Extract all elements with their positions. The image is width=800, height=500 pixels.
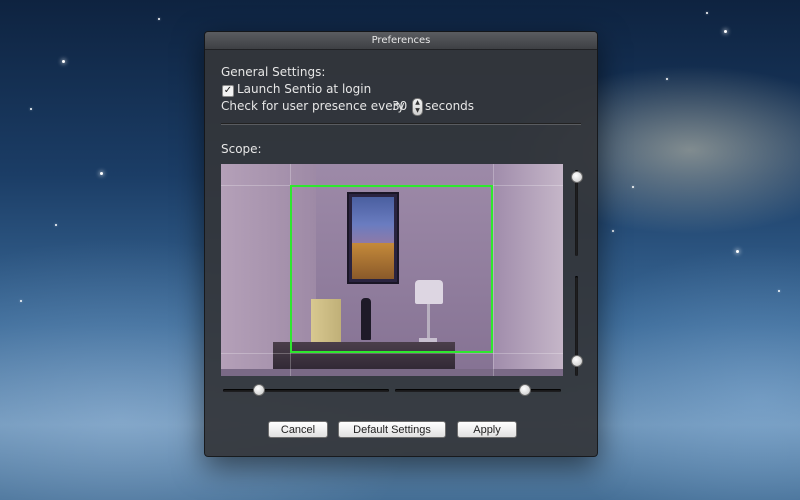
presence-interval-stepper[interactable]: ▲ ▼ — [412, 98, 423, 116]
cancel-button[interactable]: Cancel — [268, 421, 328, 438]
horizontal-slider-left-knob[interactable] — [253, 384, 265, 396]
default-settings-button[interactable]: Default Settings — [338, 421, 446, 438]
preferences-content: General Settings: ✓ Launch Sentio at log… — [205, 50, 597, 456]
scope-region[interactable] — [290, 185, 493, 353]
horizontal-slider-track-left[interactable] — [223, 389, 389, 392]
camera-preview — [221, 164, 563, 376]
launch-at-login-checkbox[interactable]: ✓ — [222, 85, 234, 97]
vertical-slider-top-knob[interactable] — [571, 171, 583, 183]
launch-at-login-label[interactable]: Launch Sentio at login — [237, 82, 371, 96]
room-wall-right — [493, 164, 563, 376]
section-divider — [221, 123, 581, 125]
window-title: Preferences — [205, 32, 597, 50]
presence-interval-value[interactable]: 30 — [392, 99, 407, 113]
stepper-down-icon[interactable]: ▼ — [413, 107, 422, 115]
general-settings-heading: General Settings: — [221, 65, 326, 79]
presence-prefix-label: Check for user presence every — [221, 99, 405, 113]
scope-guide-bottom — [221, 353, 563, 354]
floor — [221, 369, 563, 376]
vertical-slider-bottom-knob[interactable] — [571, 355, 583, 367]
horizontal-slider-right-knob[interactable] — [519, 384, 531, 396]
presence-suffix-label: seconds — [425, 99, 475, 113]
horizontal-slider-track-right[interactable] — [395, 389, 561, 392]
apply-button[interactable]: Apply — [457, 421, 517, 438]
stepper-up-icon[interactable]: ▲ — [413, 99, 422, 107]
scope-guide-right — [493, 164, 494, 376]
scope-heading: Scope: — [221, 142, 262, 156]
preferences-window: Preferences General Settings: ✓ Launch S… — [204, 31, 598, 457]
